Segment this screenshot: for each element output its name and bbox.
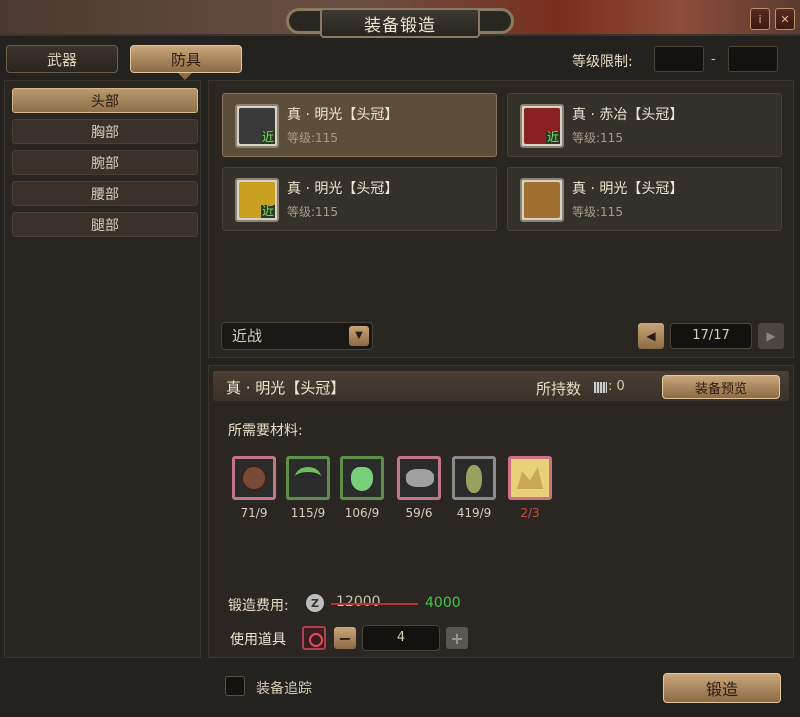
level-separator: - [711,52,716,67]
skull-material-icon[interactable] [397,456,441,500]
melee-badge: 近 [545,130,560,144]
scroll-material-icon[interactable] [508,456,552,500]
owned-label: 所持数 [536,380,582,398]
equipment-card[interactable]: 近 真 · 明光【头冠】 等级:115 [222,93,497,157]
original-cost: 12000 [336,594,381,610]
equipment-card[interactable]: 近 真 · 赤冶【头冠】 等级:115 [507,93,782,157]
owned-value: : 0 [608,379,625,394]
level-limit-label: 等级限制: [572,54,633,70]
tracking-label: 装备追踪 [256,681,312,697]
helmet-gold-icon: 近 [235,178,279,222]
helmet-bronze-icon [520,178,564,222]
discounted-cost: 4000 [425,595,461,611]
owned-icon [594,382,607,393]
forge-button[interactable]: 锻造 [663,673,781,703]
level-max-input[interactable] [728,46,778,72]
level-min-input[interactable] [654,46,704,72]
close-icon[interactable]: ✕ [775,8,795,30]
material-count: 71/9 [240,506,268,520]
equipment-name: 真 · 明光【头冠】 [572,181,684,197]
next-page-button[interactable]: ▶ [758,323,784,349]
equipment-name: 真 · 明光【头冠】 [287,107,399,123]
prev-page-button[interactable]: ◀ [638,323,664,349]
material-count: 106/9 [344,506,380,520]
potion-material-icon[interactable] [340,456,384,500]
sidebar-item-waist[interactable]: 腰部 [12,181,198,206]
material-count: 2/3 [520,506,540,520]
page-indicator: 17/17 [670,323,752,349]
melee-badge: 近 [260,130,275,144]
material-count: 115/9 [290,506,326,520]
claw-material-icon[interactable] [286,456,330,500]
increase-button[interactable]: + [446,627,468,649]
decrease-button[interactable]: − [334,627,356,649]
cost-strikethrough [331,603,418,605]
sidebar-item-arms[interactable]: 腕部 [12,150,198,175]
sidebar-item-head[interactable]: 头部 [12,88,198,113]
material-count: 419/9 [456,506,492,520]
sidebar-item-chest[interactable]: 胸部 [12,119,198,144]
material-count: 59/6 [405,506,433,520]
helmet-icon: 近 [235,104,279,148]
tab-armor[interactable]: 防具 [130,45,242,73]
title-bar: 装备锻造 [258,6,542,40]
helmet-red-icon: 近 [520,104,564,148]
equipment-level: 等级:115 [572,131,623,145]
sidebar-item-legs[interactable]: 腿部 [12,212,198,237]
equipment-list-panel: 近 真 · 明光【头冠】 等级:115 近 真 · 赤冶【头冠】 等级:115 … [208,80,794,358]
window-title: 装备锻造 [320,8,480,38]
weapon-type-dropdown[interactable]: 近战 ▼ [221,322,373,350]
forge-cost-label: 锻造费用: [228,598,289,614]
quantity-input[interactable]: 4 [362,625,440,651]
insect-material-icon[interactable] [452,456,496,500]
melee-badge: 近 [260,204,275,218]
dropdown-value: 近战 [232,327,263,345]
shell-material-icon[interactable] [232,456,276,500]
preview-button[interactable]: 装备预览 [662,375,780,399]
info-icon[interactable]: i [750,8,770,30]
equipment-card[interactable]: 真 · 明光【头冠】 等级:115 [507,167,782,231]
slot-sidebar: 头部 胸部 腕部 腰部 腿部 [4,80,201,658]
tab-weapons[interactable]: 武器 [6,45,118,73]
equipment-level: 等级:115 [572,205,623,219]
tracking-checkbox[interactable] [225,676,245,696]
chevron-down-icon[interactable]: ▼ [349,326,369,346]
equipment-card[interactable]: 近 真 · 明光【头冠】 等级:115 [222,167,497,231]
equipment-level: 等级:115 [287,131,338,145]
forge-item-icon[interactable] [302,626,326,650]
materials-label: 所需要材料: [228,423,303,439]
use-item-label: 使用道具 [230,632,286,648]
detail-equipment-name: 真 · 明光【头冠】 [226,379,346,397]
equipment-level: 等级:115 [287,205,338,219]
zeny-icon: Z [306,594,324,612]
equipment-name: 真 · 明光【头冠】 [287,181,399,197]
equipment-name: 真 · 赤冶【头冠】 [572,107,684,123]
tab-caret [178,73,192,80]
